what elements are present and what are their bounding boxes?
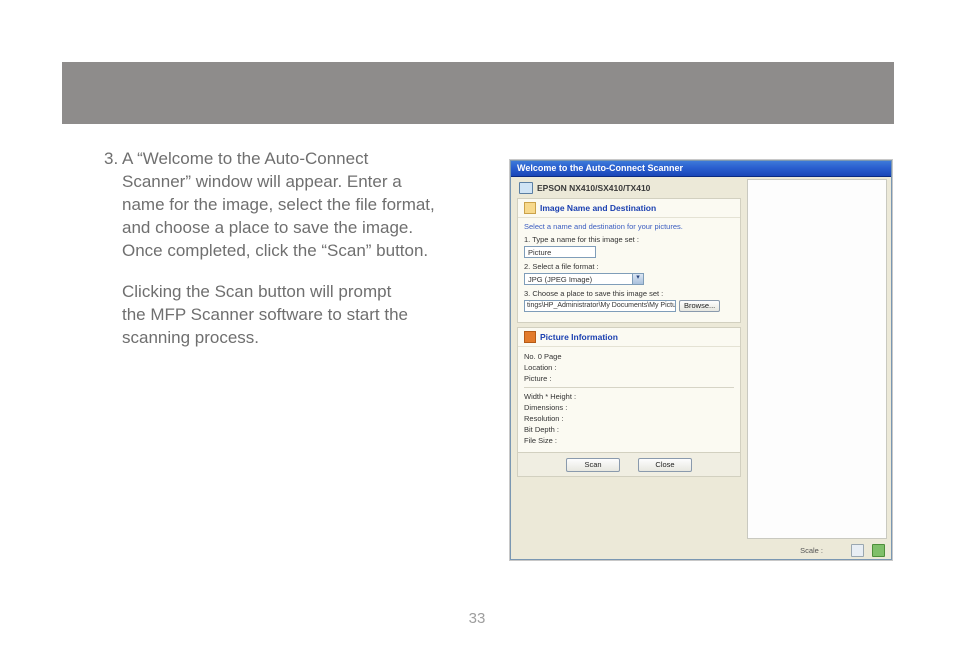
panel-title-destination: Image Name and Destination: [540, 203, 656, 213]
scale-label: Scale :: [800, 546, 823, 555]
info-dimensions: Dimensions :: [524, 402, 734, 413]
save-path-input[interactable]: tings\HP_Administrator\My Documents\My P…: [524, 300, 676, 312]
document-page: 3. A “Welcome to the Auto-Connect Scanne…: [0, 0, 954, 665]
window-body: EPSON NX410/SX410/TX410 Image Name and D…: [515, 179, 887, 539]
info-filesize: File Size :: [524, 435, 734, 446]
field-path-row: 3. Choose a place to save this image set…: [524, 289, 734, 312]
field-name-label: 1. Type a name for this image set :: [524, 235, 734, 244]
panel-title-info: Picture Information: [540, 332, 618, 342]
info-resolution: Resolution :: [524, 413, 734, 424]
chevron-down-icon: ▾: [632, 274, 643, 284]
fit-icon[interactable]: [872, 544, 885, 557]
folder-icon: [524, 202, 536, 214]
file-format-value: JPG (JPEG Image): [528, 275, 592, 284]
panel-image-destination: Image Name and Destination Select a name…: [517, 198, 741, 323]
page-number: 33: [0, 610, 954, 627]
close-button[interactable]: Close: [638, 458, 692, 472]
field-format-label: 2. Select a file format :: [524, 262, 734, 271]
panel-picture-info: Picture Information No. 0 Page Location …: [517, 327, 741, 477]
device-name: EPSON NX410/SX410/TX410: [537, 183, 650, 193]
panel-hint: Select a name and destination for your p…: [524, 222, 734, 231]
panel-body-destination: Select a name and destination for your p…: [518, 218, 740, 322]
instruction-paragraph-2: Clicking the Scan button will prompt the…: [104, 281, 444, 350]
panel-body-info: No. 0 Page Location : Picture : Width * …: [518, 347, 740, 452]
info-bitdepth: Bit Depth :: [524, 424, 734, 435]
file-format-select[interactable]: JPG (JPEG Image) ▾: [524, 273, 644, 285]
instruction-text: 3. A “Welcome to the Auto-Connect Scanne…: [104, 148, 444, 368]
panel-header-destination: Image Name and Destination: [518, 199, 740, 218]
scanner-window: Welcome to the Auto-Connect Scanner EPSO…: [510, 160, 892, 560]
field-format-row: 2. Select a file format : JPG (JPEG Imag…: [524, 262, 734, 285]
instruction-paragraph-1: 3. A “Welcome to the Auto-Connect Scanne…: [104, 148, 444, 263]
action-row: Scan Close: [518, 452, 740, 476]
info-width-height: Width * Height :: [524, 391, 734, 402]
left-pane: EPSON NX410/SX410/TX410 Image Name and D…: [515, 179, 743, 539]
header-bar: [62, 62, 894, 124]
window-titlebar[interactable]: Welcome to the Auto-Connect Scanner: [511, 161, 891, 177]
scan-button[interactable]: Scan: [566, 458, 620, 472]
info-picture: Picture :: [524, 373, 734, 384]
separator: [524, 387, 734, 388]
panel-header-info: Picture Information: [518, 328, 740, 347]
field-name-row: 1. Type a name for this image set : Pict…: [524, 235, 734, 258]
info-location: Location :: [524, 362, 734, 373]
status-bar: Scale :: [515, 543, 887, 557]
device-row: EPSON NX410/SX410/TX410: [515, 179, 743, 196]
list-number: 3.: [104, 149, 118, 168]
window-title: Welcome to the Auto-Connect Scanner: [517, 163, 683, 173]
save-icon[interactable]: [851, 544, 864, 557]
printer-icon: [519, 182, 533, 194]
info-no-page: No. 0 Page: [524, 351, 734, 362]
image-name-input[interactable]: Picture: [524, 246, 596, 258]
field-path-label: 3. Choose a place to save this image set…: [524, 289, 734, 298]
browse-button[interactable]: Browse...: [679, 300, 720, 312]
info-icon: [524, 331, 536, 343]
preview-pane: [747, 179, 887, 539]
